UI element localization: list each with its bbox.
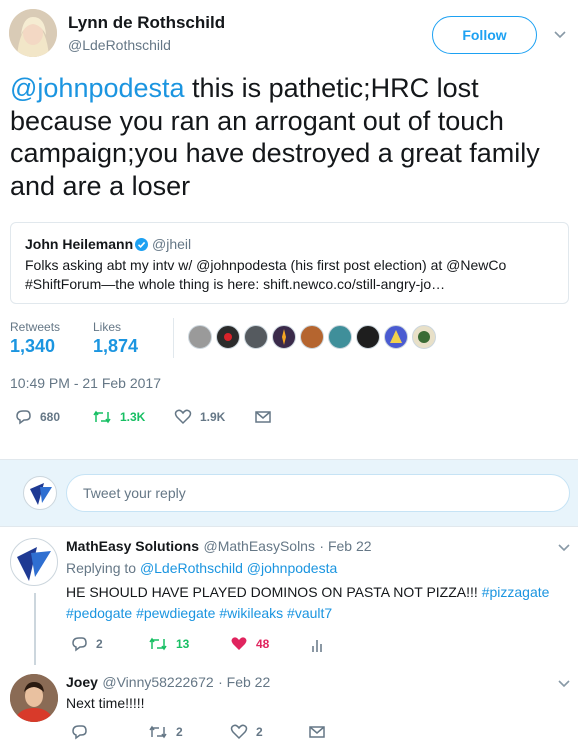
direct-message-button[interactable] — [254, 409, 280, 425]
author-avatar[interactable] — [9, 9, 57, 57]
reply-input[interactable]: Tweet your reply — [66, 474, 570, 512]
like-count: 48 — [256, 637, 270, 651]
reply-body: HE SHOULD HAVE PLAYED DOMINOS ON PASTA N… — [66, 584, 482, 600]
heart-icon — [174, 409, 192, 425]
replying-to: Replying to @LdeRothschild @johnpodesta — [66, 560, 337, 576]
envelope-icon — [255, 411, 271, 423]
chevron-down-icon[interactable] — [557, 541, 571, 555]
chevron-down-icon[interactable] — [557, 677, 571, 691]
reply-icon — [72, 725, 87, 740]
thread-line — [34, 593, 36, 665]
quoted-text: Folks asking abt my intv w/ @johnpodesta… — [25, 256, 555, 294]
reply-author-handle[interactable]: @MathEasySolns — [203, 538, 314, 554]
analytics-icon[interactable] — [310, 637, 324, 653]
follow-button[interactable]: Follow — [432, 16, 537, 54]
like-button[interactable]: 48 — [230, 636, 269, 652]
reply-button[interactable] — [70, 724, 96, 740]
retweets-label: Retweets — [10, 320, 61, 334]
reply-date[interactable]: · Feb 22 — [218, 674, 270, 690]
hashtag-link[interactable]: #pizzagate — [482, 584, 550, 600]
reply-date[interactable]: · Feb 22 — [319, 538, 371, 554]
liker-avatar[interactable] — [300, 325, 324, 349]
quoted-tweet[interactable]: John Heilemann @jheil Folks asking abt m… — [10, 222, 569, 304]
heart-filled-icon — [231, 637, 247, 650]
author-name[interactable]: Lynn de Rothschild — [68, 13, 225, 33]
reply-button[interactable]: 680 — [14, 409, 60, 425]
quoted-text-line: #ShiftForum—the whole thing is here: shi… — [25, 276, 446, 292]
reply-author-name[interactable]: MathEasy Solutions — [66, 538, 199, 554]
likes-count[interactable]: 1,874 — [93, 336, 138, 357]
like-count: 2 — [256, 725, 263, 739]
retweets-count[interactable]: 1,340 — [10, 336, 55, 357]
retweet-count: 13 — [176, 637, 190, 651]
retweet-icon — [93, 410, 111, 424]
reply-count: 680 — [40, 410, 61, 424]
retweet-count: 1.3K — [120, 410, 146, 424]
quoted-author-name: John Heilemann — [25, 236, 134, 252]
liker-avatar[interactable] — [188, 325, 212, 349]
tweet-timestamp[interactable]: 10:49 PM - 21 Feb 2017 — [10, 375, 161, 391]
reply-header: MathEasy Solutions @MathEasySolns · Feb … — [66, 538, 372, 556]
divider — [173, 318, 174, 358]
hashtag-links[interactable]: #pedogate #pewdiegate #wikileaks #vault7 — [66, 605, 332, 621]
reply-text: HE SHOULD HAVE PLAYED DOMINOS ON PASTA N… — [66, 582, 566, 624]
retweet-button[interactable]: 13 — [148, 636, 189, 652]
current-user-avatar[interactable] — [23, 476, 57, 510]
retweet-button[interactable]: 2 — [148, 724, 183, 740]
reply-avatar[interactable] — [10, 674, 58, 722]
reply-icon — [72, 637, 87, 652]
reply-author-handle[interactable]: @Vinny58222672 — [102, 674, 213, 690]
replying-prefix: Replying to — [66, 560, 140, 576]
likes-label: Likes — [93, 320, 122, 334]
reply-avatar[interactable] — [10, 538, 58, 586]
liker-avatar[interactable] — [356, 325, 380, 349]
quoted-text-line: Folks asking abt my intv w/ @johnpodesta… — [25, 257, 507, 273]
reply-header: Joey @Vinny58222672 · Feb 22 — [66, 674, 270, 692]
quoted-author-handle: @jheil — [152, 236, 192, 252]
reply-icon — [16, 410, 31, 425]
mention-link[interactable]: @johnpodesta — [10, 73, 185, 103]
reply-count: 2 — [96, 637, 103, 651]
like-count: 1.9K — [200, 410, 226, 424]
chevron-down-icon[interactable] — [553, 28, 567, 42]
liker-avatar[interactable] — [384, 325, 408, 349]
reply-composer-bar: Tweet your reply — [0, 459, 578, 527]
liker-avatar[interactable] — [216, 325, 240, 349]
like-button[interactable]: 2 — [230, 724, 263, 740]
liker-avatar[interactable] — [412, 325, 436, 349]
retweet-button[interactable]: 1.3K — [92, 409, 145, 425]
retweet-icon — [149, 637, 167, 651]
retweet-count: 2 — [176, 725, 183, 739]
liker-avatar[interactable] — [272, 325, 296, 349]
retweet-icon — [149, 725, 167, 739]
liker-avatar[interactable] — [244, 325, 268, 349]
verified-badge-icon — [135, 238, 148, 251]
heart-icon — [230, 724, 248, 740]
author-handle[interactable]: @LdeRothschild — [68, 37, 171, 53]
like-button[interactable]: 1.9K — [174, 409, 225, 425]
reply-author-name[interactable]: Joey — [66, 674, 98, 690]
direct-message-button[interactable] — [308, 724, 334, 740]
reply-button[interactable]: 2 — [70, 636, 103, 652]
envelope-icon — [309, 726, 325, 738]
liker-avatar[interactable] — [328, 325, 352, 349]
tweet-text: @johnpodesta this is pathetic;HRC lost b… — [10, 72, 570, 202]
reply-text: Next time!!!!! — [66, 695, 145, 711]
replying-to-links[interactable]: @LdeRothschild @johnpodesta — [140, 560, 337, 576]
